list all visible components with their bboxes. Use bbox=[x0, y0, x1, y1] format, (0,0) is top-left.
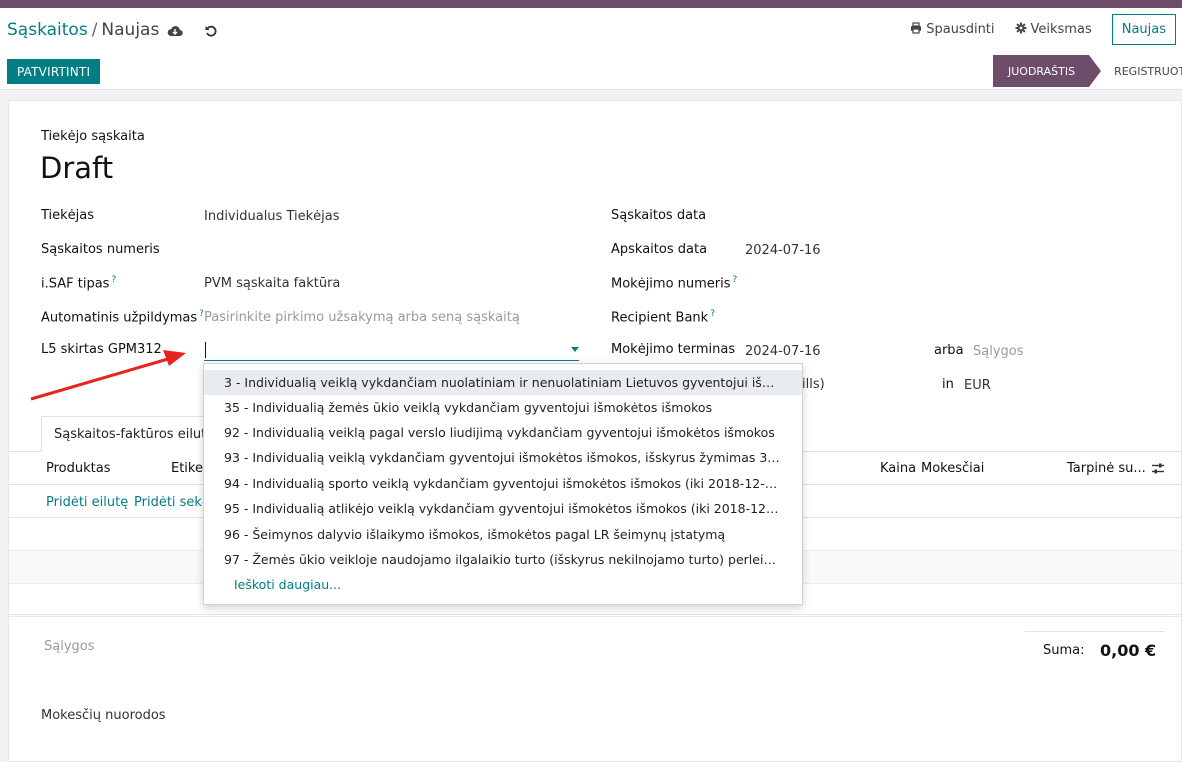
settings-sliders-icon[interactable] bbox=[1151, 462, 1165, 479]
status-draft[interactable]: JUODRAŠTIS bbox=[993, 55, 1102, 87]
help-icon[interactable]: ? bbox=[733, 275, 738, 285]
control-panel: Sąskaitos / Naujas Spausdinti Veiksmas Nau… bbox=[0, 8, 1182, 90]
print-icon bbox=[910, 21, 922, 38]
recipient-bank-label-text: Recipient Bank bbox=[611, 310, 709, 326]
table-bottom-divider bbox=[9, 614, 1181, 615]
dropdown-option[interactable]: 94 - Individualią sporto veiklą vykdanči… bbox=[204, 471, 802, 496]
top-navbar bbox=[0, 0, 1182, 8]
invoice-date-field[interactable] bbox=[745, 208, 1145, 226]
tax-references-label: Mokesčių nuorodos bbox=[41, 708, 166, 723]
l5-gpm312-label: L5 skirtas GPM312 bbox=[41, 342, 162, 357]
search-more-link[interactable]: Ieškoti daugiau... bbox=[234, 577, 341, 592]
payment-reference-field[interactable] bbox=[745, 276, 1145, 294]
isaf-type-field[interactable]: PVM sąskaita faktūra bbox=[204, 276, 340, 291]
isaf-type-label: i.SAF tipas? bbox=[41, 275, 116, 291]
status-bar: JUODRAŠTIS REGISTRUOTAS bbox=[993, 55, 1182, 87]
text-cursor bbox=[205, 342, 206, 358]
dropdown-option[interactable]: 93 - Individualią veiklą vykdančiam gyve… bbox=[204, 445, 802, 470]
dropdown-option[interactable]: 35 - Individualią žemės ūkio veiklą vykd… bbox=[204, 395, 802, 420]
help-icon[interactable]: ? bbox=[111, 275, 116, 285]
payment-reference-label-text: Mokėjimo numeris bbox=[611, 276, 731, 292]
tab-invoice-lines-label: Sąskaitos-faktūros eilutės bbox=[54, 427, 222, 442]
dropdown-option[interactable]: 95 - Individualią atlikėjo veiklą vykdan… bbox=[204, 496, 802, 521]
or-label: arba bbox=[934, 343, 964, 358]
action-menu[interactable]: Veiksmas bbox=[1015, 22, 1092, 38]
terms-conditions-input[interactable]: Sąlygos bbox=[44, 639, 95, 654]
dropdown-option[interactable]: 97 - Žemės ūkio veikloje naudojamo ilgal… bbox=[204, 547, 802, 572]
breadcrumb: Sąskaitos / Naujas bbox=[7, 20, 159, 40]
accounting-date-label: Apskaitos data bbox=[611, 242, 708, 257]
totals-divider bbox=[1025, 631, 1165, 632]
partial-hidden-text: ills) bbox=[802, 377, 825, 392]
discard-icon[interactable] bbox=[203, 23, 219, 39]
print-label: Spausdinti bbox=[926, 22, 995, 37]
autofill-label-text: Automatinis užpildymas bbox=[41, 310, 198, 326]
invoice-date-label: Sąskaitos data bbox=[611, 208, 707, 223]
dropdown-caret-icon[interactable] bbox=[571, 347, 579, 352]
autofill-label: Automatinis užpildymas? bbox=[41, 309, 204, 325]
breadcrumb-separator: / bbox=[91, 20, 98, 40]
autocomplete-dropdown: 3 - Individualią veiklą vykdančiam nuola… bbox=[203, 363, 803, 605]
form-subtitle: Tiekėjo sąskaita bbox=[41, 129, 145, 144]
column-subtotal[interactable]: Tarpinė su... bbox=[1067, 461, 1146, 476]
status-posted[interactable]: REGISTRUOTAS bbox=[1089, 55, 1182, 87]
column-price[interactable]: Kaina bbox=[880, 461, 916, 476]
column-taxes[interactable]: Mokesčiai bbox=[921, 461, 984, 476]
accounting-date-field[interactable]: 2024-07-16 bbox=[745, 243, 821, 258]
isaf-type-label-text: i.SAF tipas bbox=[41, 276, 110, 292]
dropdown-option[interactable]: 96 - Šeimynos dalyvio išlaikymo išmokos,… bbox=[204, 522, 802, 547]
recipient-bank-field[interactable] bbox=[745, 309, 1145, 327]
invoice-number-field[interactable] bbox=[204, 242, 574, 260]
help-icon[interactable]: ? bbox=[710, 309, 715, 319]
control-panel-actions: Spausdinti Veiksmas Naujas bbox=[910, 14, 1176, 45]
sum-value: 0,00 € bbox=[1100, 641, 1157, 660]
print-menu[interactable]: Spausdinti bbox=[910, 21, 995, 38]
payment-reference-label: Mokėjimo numeris? bbox=[611, 275, 737, 291]
vendor-label: Tiekėjas bbox=[41, 208, 95, 223]
dropdown-option[interactable]: 92 - Individualią veiklą pagal verslo li… bbox=[204, 420, 802, 445]
due-date-field[interactable]: 2024-07-16 bbox=[745, 344, 821, 359]
sum-label: Suma: bbox=[1043, 643, 1085, 658]
confirm-button[interactable]: PATVIRTINTI bbox=[7, 59, 101, 84]
payment-terms-input[interactable]: Sąlygos bbox=[973, 344, 1024, 359]
currency-field[interactable]: EUR bbox=[964, 378, 991, 393]
breadcrumb-current: Naujas bbox=[101, 20, 160, 40]
breadcrumb-parent[interactable]: Sąskaitos bbox=[7, 20, 88, 40]
add-line-link[interactable]: Pridėti eilutę bbox=[46, 495, 128, 510]
save-cloud-icon[interactable] bbox=[167, 23, 183, 39]
vendor-field[interactable]: Individualus Tiekėjas bbox=[204, 209, 339, 224]
page-title: Draft bbox=[40, 151, 114, 185]
recipient-bank-label: Recipient Bank? bbox=[611, 309, 715, 325]
gear-icon bbox=[1015, 22, 1027, 38]
autofill-input[interactable]: Pasirinkite pirkimo užsakymą arba seną s… bbox=[204, 310, 520, 325]
due-date-label: Mokėjimo terminas bbox=[611, 342, 736, 357]
column-product[interactable]: Produktas bbox=[46, 461, 110, 476]
l5-gpm312-input[interactable] bbox=[204, 339, 579, 361]
action-label: Veiksmas bbox=[1030, 22, 1092, 37]
currency-in-label: in bbox=[942, 377, 954, 392]
invoice-number-label: Sąskaitos numeris bbox=[41, 242, 160, 257]
new-button[interactable]: Naujas bbox=[1111, 14, 1176, 45]
dropdown-option[interactable]: 3 - Individualią veiklą vykdančiam nuola… bbox=[204, 370, 802, 395]
